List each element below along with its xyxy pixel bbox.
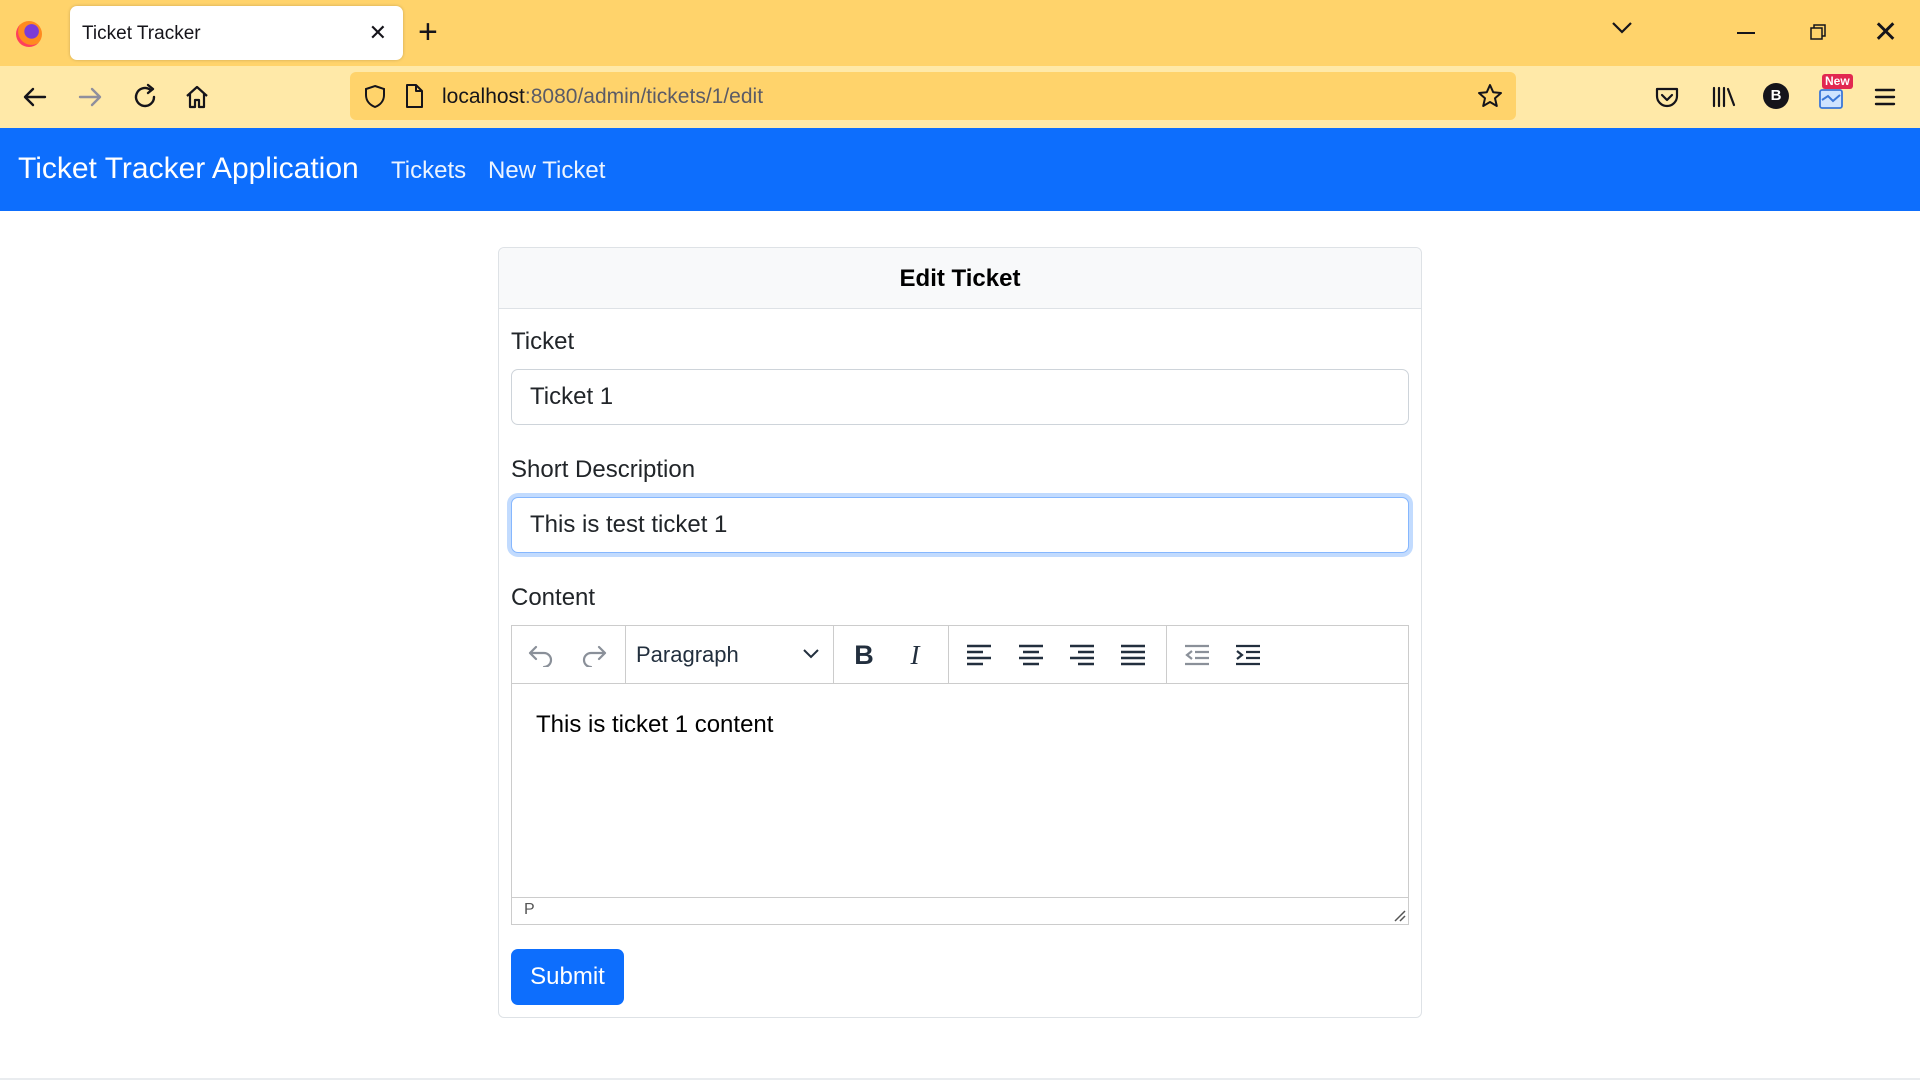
short-description-label: Short Description — [511, 456, 696, 483]
editor-content-area[interactable]: This is ticket 1 content — [512, 685, 1408, 897]
library-icon[interactable] — [1708, 82, 1738, 112]
indent-icon[interactable] — [1230, 638, 1266, 672]
home-icon[interactable] — [182, 82, 212, 112]
bookmark-star-icon[interactable] — [1476, 82, 1504, 110]
ticket-input[interactable] — [511, 369, 1409, 425]
italic-icon[interactable]: I — [897, 638, 933, 672]
browser-tab[interactable]: Ticket Tracker ✕ — [70, 6, 403, 60]
align-left-icon[interactable] — [961, 638, 997, 672]
rich-text-editor: Paragraph B I This is ticket 1 content P — [511, 625, 1409, 925]
editor-toolbar: Paragraph B I — [512, 626, 1408, 684]
alignment-group — [949, 626, 1167, 683]
align-center-icon[interactable] — [1013, 638, 1049, 672]
card-header: Edit Ticket — [499, 248, 1421, 309]
nav-link-tickets[interactable]: Tickets — [391, 157, 466, 185]
ticket-label: Ticket — [511, 328, 575, 355]
forward-arrow-icon[interactable] — [75, 82, 105, 112]
account-avatar[interactable]: B — [1763, 83, 1789, 109]
url-text[interactable]: localhost:8080/admin/tickets/1/edit — [442, 85, 763, 109]
reload-icon[interactable] — [130, 82, 160, 112]
indent-group — [1167, 626, 1277, 683]
outdent-icon[interactable] — [1179, 638, 1215, 672]
browser-toolbar: localhost:8080/admin/tickets/1/edit B Ne… — [0, 66, 1920, 128]
window-close-button[interactable]: ✕ — [1873, 18, 1898, 48]
block-format-select[interactable]: Paragraph — [636, 638, 826, 672]
block-format-value: Paragraph — [636, 642, 739, 667]
tab-close-icon[interactable]: ✕ — [369, 22, 387, 44]
content-label: Content — [511, 584, 596, 611]
editor-paragraph: This is ticket 1 content — [536, 711, 774, 738]
page-info-icon[interactable] — [403, 83, 425, 109]
back-arrow-icon[interactable] — [20, 82, 50, 112]
block-format-group: Paragraph — [626, 626, 834, 683]
brand-link[interactable]: Ticket Tracker Application — [18, 152, 359, 186]
element-path[interactable]: P — [524, 901, 535, 918]
app-navbar: Ticket Tracker Application Tickets New T… — [0, 128, 1920, 211]
tab-list-chevron-icon[interactable] — [1610, 20, 1634, 36]
address-bar[interactable]: localhost:8080/admin/tickets/1/edit — [350, 72, 1516, 120]
chevron-down-icon — [803, 649, 819, 659]
align-justify-icon[interactable] — [1115, 638, 1151, 672]
formatting-group: B I — [834, 626, 949, 683]
nav-link-new-ticket[interactable]: New Ticket — [488, 157, 605, 185]
short-description-input[interactable] — [511, 497, 1409, 553]
shield-icon[interactable] — [362, 83, 388, 109]
hamburger-menu-icon[interactable] — [1870, 82, 1900, 112]
new-tab-button[interactable]: + — [418, 14, 438, 50]
submit-button[interactable]: Submit — [511, 949, 624, 1005]
resize-handle-icon[interactable] — [1392, 908, 1406, 922]
undo-icon[interactable] — [523, 638, 559, 672]
editor-statusbar: P — [512, 897, 1408, 924]
tab-title: Ticket Tracker — [82, 23, 201, 44]
align-right-icon[interactable] — [1064, 638, 1100, 672]
redo-icon[interactable] — [576, 638, 612, 672]
firefox-logo-icon — [16, 21, 42, 47]
browser-tab-bar: Ticket Tracker ✕ + ✕ — [0, 0, 1920, 66]
extension-new-badge: New — [1822, 74, 1853, 89]
edit-ticket-card: Edit Ticket Ticket Short Description Con… — [498, 247, 1422, 1018]
window-restore-button[interactable] — [1810, 24, 1826, 40]
bold-icon[interactable]: B — [846, 638, 882, 672]
pocket-icon[interactable] — [1652, 82, 1682, 112]
window-minimize-button[interactable] — [1737, 32, 1755, 34]
history-group — [512, 626, 626, 683]
